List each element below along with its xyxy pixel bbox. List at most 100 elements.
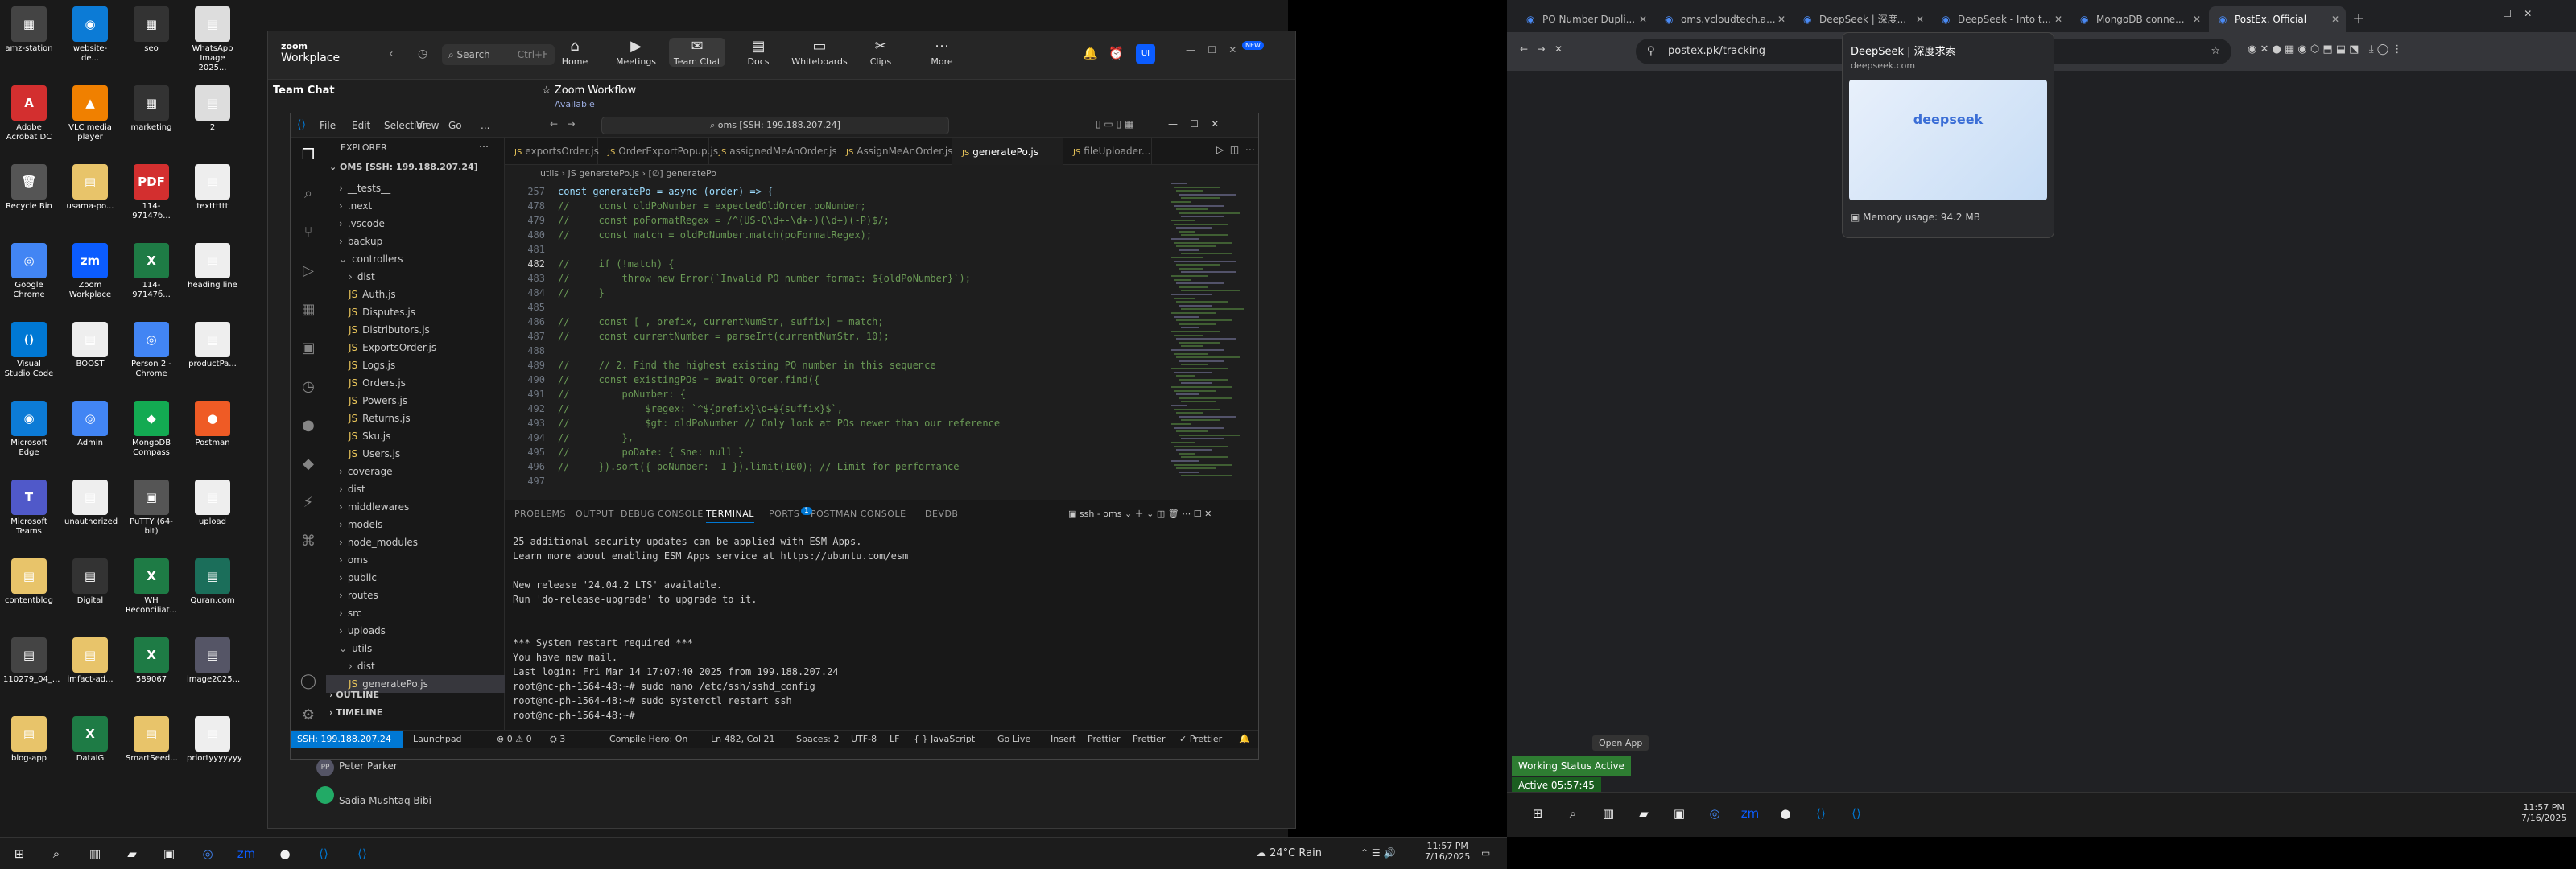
close-icon[interactable]: ✕ [1777,6,1785,32]
desktop-icon[interactable]: PDF 114-97147б... [126,164,177,221]
menu-item[interactable]: Go [448,120,462,131]
code-line[interactable]: // const oldPoNumber = expectedOldOrder.… [558,200,866,212]
task-view-icon[interactable]: ▥ [84,844,106,863]
panel-tab[interactable]: PROBLEMS [514,509,566,519]
desktop-icon[interactable]: A Adobe Acrobat DC [3,85,55,142]
go-live[interactable]: Go Live [997,731,1030,748]
file-item[interactable]: JS ExportsOrder.js [326,339,505,356]
folder-item[interactable]: › dist [326,657,505,675]
search-icon[interactable]: ⌕ [299,184,318,204]
file-explorer-icon[interactable]: ▰ [121,844,143,863]
close-icon[interactable]: ✕ [2331,6,2339,32]
code-line[interactable]: // const currentNumber = parseInt(curren… [558,331,890,342]
zoom-nav-6[interactable]: ⋯ More [914,38,970,67]
avatar[interactable]: UI [1136,44,1155,64]
prettier-2[interactable]: Prettier [1133,731,1165,748]
desktop-icon[interactable]: ▦ amz-station [3,6,55,54]
chrome-tab[interactable]: ◉ oms.vcloudtech.a... ✕ [1655,6,1792,32]
desktop-icon[interactable]: ▤ WhatsApp Image 2025... [187,6,238,73]
file-item[interactable]: JS Sku.js [326,427,505,445]
terminal-output[interactable]: 25 additional security updates can be ap… [513,534,1237,723]
timeline-section[interactable]: › TIMELINE [329,707,382,718]
panel-tab[interactable]: DEVDB [925,509,958,519]
desktop-icon[interactable]: X 589067 [126,637,177,685]
panel-tab[interactable]: POSTMAN CONSOLE [811,509,906,519]
desktop-icon[interactable]: ▤ image2025... [187,637,240,685]
vscode-icon[interactable]: ⟨⟩ [312,844,335,863]
zoom-icon[interactable]: zm [235,844,258,863]
indentation[interactable]: Spaces: 2 [796,731,839,748]
desktop-icon[interactable]: ◎ Admin [64,401,116,448]
code-line[interactable]: // const poFormatRegex = /^(US-Q\d+-\d+-… [558,215,890,226]
folder-item[interactable]: › .vscode [326,215,505,233]
star-icon[interactable]: ☆ [542,84,555,97]
code-line[interactable]: // // 2. Find the highest existing PO nu… [558,360,936,371]
store-icon[interactable]: ▣ [158,844,180,863]
desktop-icon[interactable]: ▤ Digital [64,558,116,606]
desktop-icon[interactable]: ▤ heading line [187,243,238,290]
open-app-button[interactable]: Open App [1592,735,1649,751]
desktop-icon[interactable]: ● Postman [187,401,238,448]
desktop-icon[interactable]: ▤ 110279_04_... [3,637,60,685]
code-line[interactable]: // $gt: oldPoNumber // Only look at POs … [558,418,1000,429]
desktop-icon[interactable]: X WH Reconciliat... [126,558,177,616]
site-info-icon[interactable]: ⚲ [1647,39,1655,64]
desktop-icon[interactable]: ▤ contentblog [3,558,55,606]
editor-tab[interactable]: JS assignedMeAnOrder.js [709,138,837,165]
working-status[interactable]: Working Status Active [1512,756,1631,776]
panel-tab[interactable]: DEBUG CONSOLE [621,509,704,519]
terminal-selector[interactable]: ▣ ssh - oms ⌄ ＋ ⌄ ◫ 🗑 ⋯ ☐ ✕ [1068,507,1212,520]
desktop-icon[interactable]: ▤ usama-po... [64,164,116,212]
remote-explorer-icon[interactable]: ▣ [299,339,318,358]
window-controls[interactable]: — ☐ ✕ [1186,44,1236,56]
new-tab-button[interactable]: ＋ [2352,8,2365,27]
desktop-icon[interactable]: ▤ unauthorized [64,480,118,527]
python-icon[interactable]: ⌘ [299,532,318,551]
panel-tab[interactable]: OUTPUT [576,509,614,519]
cursor-position[interactable]: Ln 482, Col 21 [711,731,775,748]
chrome-tab[interactable]: ◉ DeepSeek | 深度... ✕ [1794,6,1930,32]
bell-icon[interactable]: 🔔 [1239,731,1250,748]
zoom-nav-4[interactable]: ▭ Whiteboards [791,38,848,67]
ports-count[interactable]: ⛭ 3 [550,731,565,748]
folder-item[interactable]: › src [326,604,505,622]
workspace-root[interactable]: ⌄ OMS [SSH: 199.188.207.24] [329,162,478,172]
desktop-icon[interactable]: ⟨⟩ Visual Studio Code [3,322,55,379]
desktop-icon[interactable]: ▤ priortyyyyyyy [187,716,242,764]
timeline-icon[interactable]: ◷ [299,377,318,397]
desktop-icon[interactable]: ◉ website-de... [64,6,116,64]
windows-start-icon[interactable]: ⊞ [1526,804,1549,823]
desktop-icon[interactable]: ▤ 2 [187,85,238,133]
chrome-icon[interactable]: ◎ [196,844,219,863]
code-editor[interactable]: 257 const generatePo = async (order) => {… [505,183,1149,493]
desktop-icon[interactable]: ▤ blog-app [3,716,55,764]
panel-tab[interactable]: TERMINAL [706,509,754,523]
editor-tab[interactable]: JS generatePo.js [952,138,1063,165]
app-icon[interactable]: ● [274,844,296,863]
chrome-tab[interactable]: ◉ MongoDB conne... ✕ [2070,6,2207,32]
outline-section[interactable]: › OUTLINE [329,690,379,700]
zoom-nav-5[interactable]: ✂ Clips [852,38,909,67]
zoom-nav-1[interactable]: ▶ Meetings [608,38,664,67]
file-item[interactable]: JS Powers.js [326,392,505,410]
chrome-tab[interactable]: ◉ PO Number Dupli... ✕ [1517,6,1653,32]
desktop-icon[interactable]: ▣ PuTTY (64-bit) [126,480,177,537]
editor-tab[interactable]: JS fileUploader... [1063,138,1152,165]
nav-arrows-icon[interactable]: ← → [550,118,576,130]
alarm-icon[interactable]: ⏰ [1108,46,1124,60]
prettier-3[interactable]: ✓ Prettier [1179,731,1222,748]
close-icon[interactable]: ✕ [1916,6,1924,32]
desktop-icon[interactable]: zm Zoom Workplace [64,243,116,300]
zoom-nav-2[interactable]: ✉ Team Chat [669,38,725,67]
file-item[interactable]: JS Returns.js [326,410,505,427]
desktop-icon[interactable]: ▦ marketing [126,85,177,133]
code-line[interactable]: // const existingPOs = await Order.find(… [558,374,819,385]
folder-item[interactable]: › .next [326,197,505,215]
history-icon[interactable]: ◷ [418,47,427,60]
folder-item[interactable]: › oms [326,551,505,569]
file-item[interactable]: JS Logs.js [326,356,505,374]
tray-icons[interactable]: ⌃ ☰ 🔊 [1360,847,1395,859]
desktop-icon[interactable]: ▤ Quran.com [187,558,238,606]
mongodb-icon[interactable]: ◆ [299,455,318,474]
gear-icon[interactable]: ⚙ [299,706,318,725]
